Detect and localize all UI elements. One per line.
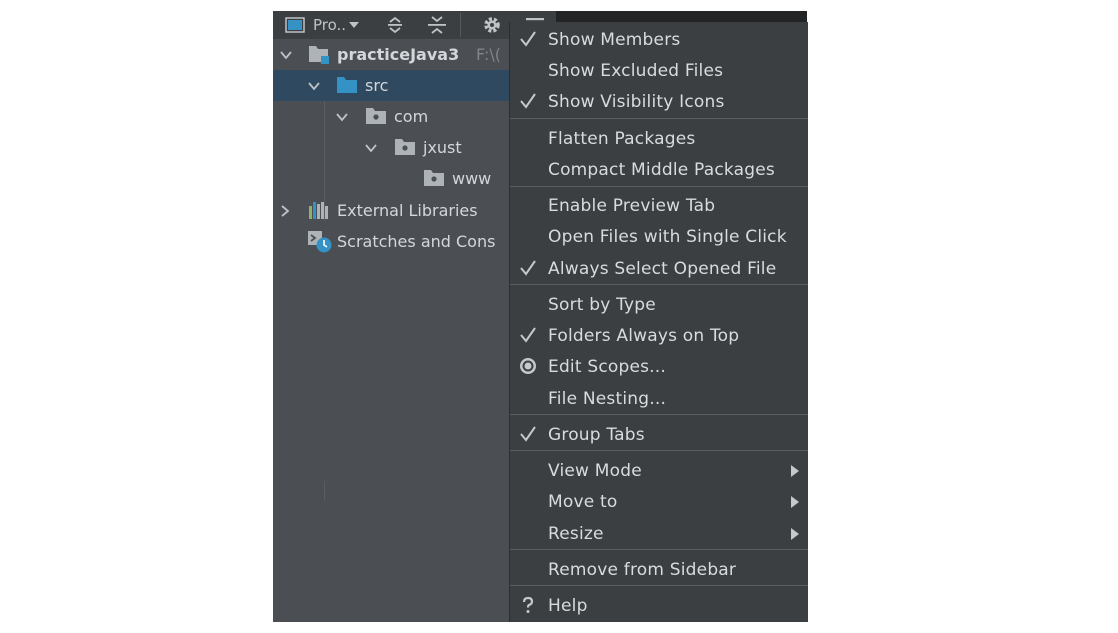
menu-item-show-members[interactable]: Show Members <box>510 24 808 55</box>
check-icon <box>520 31 536 47</box>
project-path: F:\( <box>476 45 501 64</box>
menu-item-resize[interactable]: Resize <box>510 518 808 549</box>
menu-separator <box>510 284 808 285</box>
collapse-all-button[interactable] <box>427 11 447 39</box>
gear-icon <box>484 17 500 33</box>
menu-item-label: Edit Scopes... <box>548 356 666 377</box>
menu-item-label: Enable Preview Tab <box>548 195 716 216</box>
source-folder-icon <box>337 77 357 93</box>
project-window-icon <box>285 17 305 33</box>
scratches-icon <box>308 231 332 253</box>
menu-separator <box>510 450 808 451</box>
menu-item-show-visibility-icons[interactable]: Show Visibility Icons <box>510 86 808 117</box>
www-label: www <box>452 169 492 188</box>
jxust-label: jxust <box>423 138 462 157</box>
submenu-arrow-icon <box>791 528 799 540</box>
menu-item-label: Folders Always on Top <box>548 325 740 346</box>
view-options-menu: Show Members Show Excluded Files Show Vi… <box>509 22 808 622</box>
menu-item-sort-by-type[interactable]: Sort by Type <box>510 289 808 320</box>
menu-separator <box>510 118 808 119</box>
menu-separator <box>510 186 808 187</box>
menu-item-label: Always Select Opened File <box>548 258 777 279</box>
collapse-all-icon <box>428 16 446 34</box>
menu-item-view-mode[interactable]: View Mode <box>510 455 808 486</box>
chevron-down-icon[interactable] <box>335 110 349 124</box>
menu-item-always-select-opened-file[interactable]: Always Select Opened File <box>510 253 808 284</box>
menu-item-label: Help <box>548 595 588 616</box>
menu-item-open-files-single-click[interactable]: Open Files with Single Click <box>510 221 808 252</box>
menu-item-edit-scopes[interactable]: Edit Scopes... <box>510 351 808 382</box>
help-icon <box>522 596 534 613</box>
view-selector-label: Pro.. <box>313 16 347 34</box>
com-label: com <box>394 107 429 126</box>
library-icon <box>309 202 328 219</box>
menu-item-label: Compact Middle Packages <box>548 159 775 180</box>
chevron-down-icon[interactable] <box>364 141 378 155</box>
menu-item-help[interactable]: Help <box>510 590 808 621</box>
menu-item-remove-from-sidebar[interactable]: Remove from Sidebar <box>510 554 808 585</box>
src-label: src <box>365 76 389 95</box>
chevron-right-icon[interactable] <box>278 204 292 218</box>
menu-item-label: Sort by Type <box>548 294 656 315</box>
scratches-label: Scratches and Cons <box>337 232 496 251</box>
menu-separator <box>510 585 808 586</box>
package-folder-icon <box>366 108 386 124</box>
external-libraries-label: External Libraries <box>337 201 478 220</box>
chevron-down-icon[interactable] <box>279 48 293 62</box>
submenu-arrow-icon <box>791 496 799 508</box>
menu-item-folders-always-on-top[interactable]: Folders Always on Top <box>510 320 808 351</box>
menu-item-label: Flatten Packages <box>548 128 696 149</box>
check-icon <box>520 93 536 109</box>
check-icon <box>520 426 536 442</box>
menu-separator <box>510 549 808 550</box>
project-name: practiceJava3 <box>337 45 460 64</box>
tree-guide-line <box>324 101 325 221</box>
menu-item-enable-preview-tab[interactable]: Enable Preview Tab <box>510 190 808 221</box>
submenu-arrow-icon <box>791 465 799 477</box>
menu-item-compact-middle-packages[interactable]: Compact Middle Packages <box>510 154 808 185</box>
menu-item-label: View Mode <box>548 460 642 481</box>
check-icon <box>520 260 536 276</box>
menu-item-label: File Nesting... <box>548 388 667 409</box>
menu-item-label: Remove from Sidebar <box>548 559 737 580</box>
view-selector-button[interactable]: Pro.. <box>285 11 360 39</box>
menu-item-label: Show Members <box>548 29 681 50</box>
expand-all-button[interactable] <box>386 11 404 39</box>
menu-separator <box>510 414 808 415</box>
dropdown-arrow-icon <box>349 22 360 28</box>
project-folder-icon <box>309 46 329 64</box>
menu-item-label: Resize <box>548 523 604 544</box>
menu-item-label: Open Files with Single Click <box>548 226 787 247</box>
package-folder-icon <box>395 139 415 155</box>
radio-selected-icon <box>520 358 536 374</box>
menu-item-label: Move to <box>548 491 618 512</box>
menu-item-group-tabs[interactable]: Group Tabs <box>510 419 808 450</box>
menu-item-file-nesting[interactable]: File Nesting... <box>510 383 808 414</box>
chevron-down-icon[interactable] <box>307 79 321 93</box>
menu-item-label: Show Excluded Files <box>548 60 724 81</box>
tree-guide-line <box>324 481 325 501</box>
menu-item-label: Group Tabs <box>548 424 645 445</box>
expand-all-icon <box>388 16 402 34</box>
menu-item-flatten-packages[interactable]: Flatten Packages <box>510 123 808 154</box>
menu-item-move-to[interactable]: Move to <box>510 486 808 517</box>
settings-button[interactable] <box>482 11 502 39</box>
package-folder-icon <box>424 170 444 186</box>
menu-item-show-excluded-files[interactable]: Show Excluded Files <box>510 55 808 86</box>
menu-item-label: Show Visibility Icons <box>548 91 725 112</box>
check-icon <box>520 327 536 343</box>
toolbar-separator <box>460 13 461 37</box>
